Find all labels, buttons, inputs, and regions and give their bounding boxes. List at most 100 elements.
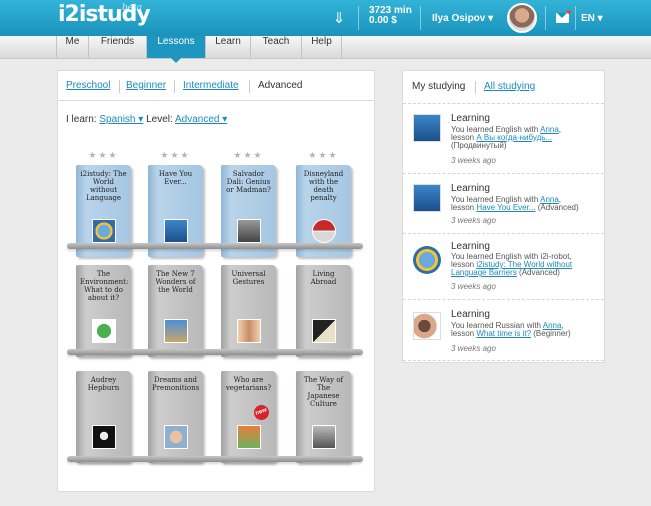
living-abroad-image xyxy=(312,319,336,343)
vegetarian-image xyxy=(237,425,261,449)
balance[interactable]: 3723 min 0.00 $ xyxy=(369,6,412,26)
feed-text: You learned English with Anna, lesson А В… xyxy=(451,126,599,150)
feed-text: You learned English with i2i-robot, lesso… xyxy=(451,253,599,277)
rating-stars: ★★★ xyxy=(160,151,191,161)
environment-image xyxy=(92,319,116,343)
lock-icon xyxy=(312,425,336,449)
divider xyxy=(475,81,476,94)
feed-text-part: lesson xyxy=(451,329,477,338)
money-balance: 0.00 $ xyxy=(369,15,397,26)
divider xyxy=(174,80,175,93)
level-dropdown[interactable]: Advanced ▾ xyxy=(175,114,227,125)
book-title: Dreams and Premonitions xyxy=(152,376,200,392)
nav-help[interactable]: Help xyxy=(302,36,342,58)
book-shelf xyxy=(67,349,363,355)
skydiver-image xyxy=(413,184,441,212)
nav-lessons[interactable]: Lessons xyxy=(147,36,206,63)
globe-image xyxy=(413,246,441,274)
dreams-image xyxy=(164,425,188,449)
download-icon[interactable]: ⇓ xyxy=(329,8,349,28)
feed-item: Learning You learned English with Anna, l… xyxy=(403,103,604,173)
lesson-book[interactable]: Universal Gestures xyxy=(221,265,276,357)
divider xyxy=(575,6,576,30)
lesson-link[interactable]: What time is it? xyxy=(476,329,531,338)
language-dropdown[interactable]: Spanish ▾ xyxy=(99,114,143,125)
feed-text: You learned Russian with Anna, lesson Wha… xyxy=(451,322,599,338)
learn-filter: I learn: Spanish ▾ Level: Advanced ▾ xyxy=(66,114,227,125)
notification-dot xyxy=(567,10,571,14)
book-shelf xyxy=(67,243,363,249)
book-title: Have You Ever... xyxy=(158,170,193,186)
feed-title: Learning xyxy=(451,183,490,194)
nav-teach[interactable]: Teach xyxy=(251,36,302,58)
user-menu[interactable]: Ilya Osipov ▾ xyxy=(432,13,493,24)
lesson-book[interactable]: The Environment: What to do about it? xyxy=(76,265,131,357)
wonders-image xyxy=(164,319,188,343)
learn-label: I learn: xyxy=(66,114,97,125)
disney-image xyxy=(312,219,336,243)
feed-text-part: , xyxy=(558,125,562,134)
beta-label: beta xyxy=(122,3,143,13)
book-title: Salvador Dali: Genius or Madman? xyxy=(226,170,271,194)
feed-level: (Продвинутый) xyxy=(451,141,507,150)
skydiver-image xyxy=(164,219,188,243)
divider xyxy=(249,80,250,93)
book-title: Disneyland with the death penalty xyxy=(303,170,344,202)
skydiver-image xyxy=(413,114,441,142)
feed-item: Learning You learned English with Anna, l… xyxy=(403,173,604,233)
feed-time: 3 weeks ago xyxy=(451,344,496,353)
lesson-book[interactable]: Dreams and Premonitions xyxy=(148,371,203,463)
tab-beginner[interactable]: Beginner xyxy=(126,80,166,91)
lesson-book[interactable]: The New 7 Wonders of the World xyxy=(148,265,203,357)
lesson-book[interactable]: Audrey Hepburn xyxy=(76,371,131,463)
language-menu[interactable]: EN ▾ xyxy=(581,13,603,24)
feed-text: You learned English with Anna, lesson Hav… xyxy=(451,196,599,212)
lesson-book[interactable]: The Way of The Japanese Culture xyxy=(296,371,351,463)
book-title: Living Abroad xyxy=(310,270,337,286)
dali-image xyxy=(237,219,261,243)
tab-intermediate[interactable]: Intermediate xyxy=(183,80,239,91)
book-title: Audrey Hepburn xyxy=(87,376,120,392)
feed-time: 3 weeks ago xyxy=(451,282,496,291)
feed-title: Learning xyxy=(451,309,490,320)
lesson-link[interactable]: Have You Ever... xyxy=(476,203,535,212)
divider xyxy=(420,6,421,30)
nav-friends[interactable]: Friends xyxy=(89,36,147,58)
rating-stars: ★★★ xyxy=(88,151,119,161)
divider xyxy=(545,6,546,30)
feed-time: 3 weeks ago xyxy=(451,216,496,225)
divider xyxy=(358,6,359,30)
book-title: The Environment: What to do about it? xyxy=(80,270,129,302)
tab-preschool[interactable]: Preschool xyxy=(66,80,110,91)
hepburn-image xyxy=(92,425,116,449)
rating-stars: ★★★ xyxy=(308,151,339,161)
feed-item: Learning You learned Russian with Anna, l… xyxy=(403,299,604,361)
nav-me[interactable]: Me xyxy=(56,36,89,58)
tab-all-studying[interactable]: All studying xyxy=(484,81,535,92)
gestures-image xyxy=(237,319,261,343)
feed-level: (Advanced) xyxy=(535,203,579,212)
mail-icon[interactable] xyxy=(556,13,569,23)
tab-underline xyxy=(58,100,374,101)
feed-level: (Advanced) xyxy=(516,268,560,277)
feed-title: Learning xyxy=(451,113,490,124)
book-title: i2istudy: The World without Language xyxy=(80,170,127,202)
tab-advanced[interactable]: Advanced xyxy=(258,80,302,91)
feed-time: 3 weeks ago xyxy=(451,156,496,165)
avatar[interactable] xyxy=(507,3,537,33)
feed-title: Learning xyxy=(451,241,490,252)
teacher-avatar xyxy=(413,312,441,340)
top-bar: i2istudy beta ⇓ 3723 min 0.00 $ Ilya Osip… xyxy=(0,0,651,36)
feed-item: Learning You learned English with i2i-ro… xyxy=(403,233,604,299)
globe-image xyxy=(92,219,116,243)
book-title: The New 7 Wonders of the World xyxy=(155,270,196,294)
feed-level: (Beginner) xyxy=(531,329,571,338)
book-title: The Way of The Japanese Culture xyxy=(303,376,344,408)
nav-learn[interactable]: Learn xyxy=(206,36,251,58)
tab-my-studying[interactable]: My studying xyxy=(412,81,465,92)
lesson-book[interactable]: Who are vegetarians? xyxy=(221,371,276,463)
lesson-book[interactable]: Living Abroad xyxy=(296,265,351,357)
book-title: Universal Gestures xyxy=(231,270,266,286)
feed-text-part: lesson xyxy=(451,203,477,212)
level-label: Level: xyxy=(146,114,173,125)
